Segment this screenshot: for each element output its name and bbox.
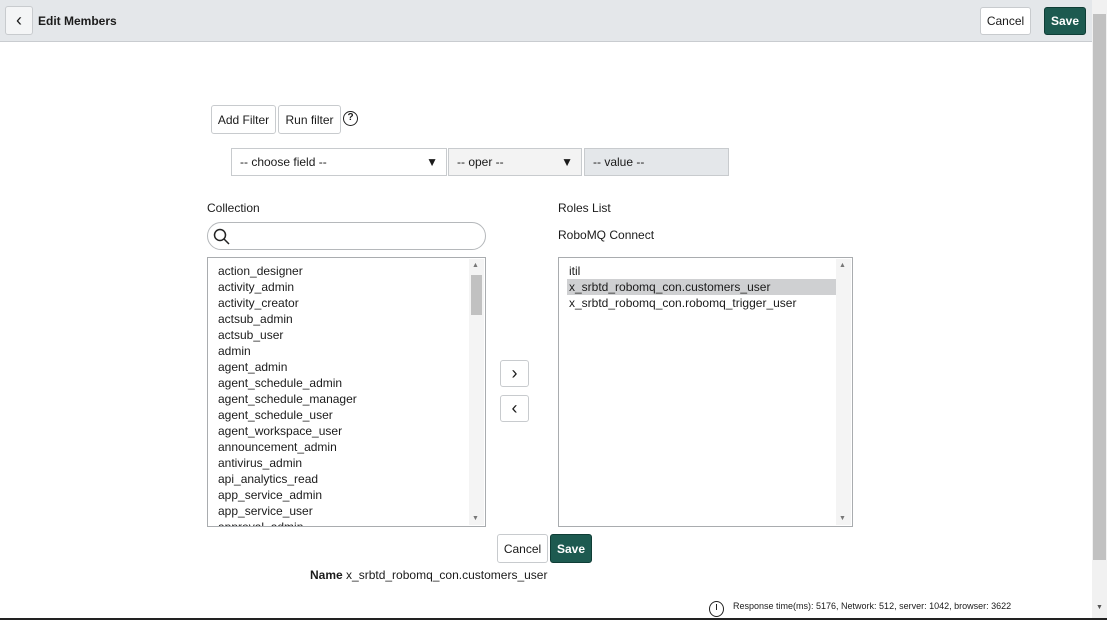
header-cancel-button[interactable]: Cancel [980, 7, 1031, 35]
add-to-roles-button[interactable]: › [500, 360, 529, 387]
collection-item[interactable]: approval_admin [208, 519, 485, 526]
search-icon [213, 228, 230, 245]
collection-item[interactable]: api_analytics_read [208, 471, 485, 487]
save-button[interactable]: Save [550, 534, 592, 563]
scroll-down-arrow-icon[interactable]: ▼ [839, 515, 846, 522]
roles-list-sublabel: RoboMQ Connect [558, 228, 655, 242]
cancel-button[interactable]: Cancel [497, 534, 548, 563]
run-filter-button[interactable]: Run filter [278, 105, 341, 134]
collection-item[interactable]: activity_creator [208, 295, 485, 311]
collection-item[interactable]: announcement_admin [208, 439, 485, 455]
choose-field-value: -- choose field -- [240, 155, 327, 169]
collection-item[interactable]: action_designer [208, 263, 485, 279]
value-input[interactable]: -- value -- [584, 148, 729, 176]
choose-field-select[interactable]: -- choose field -- ▼ [231, 148, 447, 176]
scroll-down-arrow-icon[interactable]: ▼ [472, 515, 479, 522]
add-filter-button[interactable]: Add Filter [211, 105, 276, 134]
name-label: Name [310, 568, 343, 582]
chevron-right-icon: › [511, 363, 518, 383]
page-scrollbar-thumb[interactable] [1093, 14, 1106, 560]
collection-item[interactable]: agent_workspace_user [208, 423, 485, 439]
collection-label: Collection [207, 201, 260, 215]
roles-list-label: Roles List [558, 201, 611, 215]
role-item[interactable]: itil [567, 263, 837, 279]
collection-item[interactable]: agent_schedule_manager [208, 391, 485, 407]
collection-item[interactable]: antivirus_admin [208, 455, 485, 471]
stopwatch-icon [709, 601, 724, 617]
collection-scrollbar[interactable]: ▲ ▼ [469, 259, 484, 525]
header-bar: ‹ Edit Members Cancel Save [0, 0, 1092, 42]
roles-list[interactable]: itil x_srbtd_robomq_con.customers_user x_s… [558, 257, 853, 527]
collection-item[interactable]: admin [208, 343, 485, 359]
scroll-up-arrow-icon[interactable]: ▲ [839, 262, 846, 269]
page-scrollbar[interactable]: ▼ [1092, 0, 1107, 618]
collection-item[interactable]: actsub_user [208, 327, 485, 343]
name-field: Name x_srbtd_robomq_con.customers_user [310, 568, 547, 582]
role-item[interactable]: x_srbtd_robomq_con.robomq_trigger_user [567, 295, 837, 311]
collection-item[interactable]: activity_admin [208, 279, 485, 295]
header-save-button[interactable]: Save [1044, 7, 1086, 35]
chevron-left-icon: ‹ [511, 398, 518, 418]
name-value: x_srbtd_robomq_con.customers_user [346, 568, 548, 582]
collection-list[interactable]: action_designer activity_admin activity_cr… [207, 257, 486, 527]
roles-scrollbar[interactable]: ▲ ▼ [836, 259, 851, 525]
value-placeholder: -- value -- [593, 155, 645, 169]
help-icon[interactable]: ? [343, 111, 358, 126]
chevron-left-icon: ‹ [16, 10, 22, 30]
operator-select[interactable]: -- oper -- ▼ [448, 148, 582, 176]
dropdown-arrow-icon: ▼ [561, 155, 573, 169]
collection-item[interactable]: app_service_admin [208, 487, 485, 503]
collection-scrollbar-thumb[interactable] [471, 275, 482, 315]
collection-item[interactable]: agent_admin [208, 359, 485, 375]
collection-item[interactable]: agent_schedule_user [208, 407, 485, 423]
response-time-text: Response time(ms): 5176, Network: 512, s… [733, 601, 1012, 611]
page-title: Edit Members [38, 14, 117, 28]
collection-item[interactable]: app_service_user [208, 503, 485, 519]
scroll-up-arrow-icon[interactable]: ▲ [472, 262, 479, 269]
dropdown-arrow-icon: ▼ [426, 155, 438, 169]
collection-item[interactable]: actsub_admin [208, 311, 485, 327]
operator-value: -- oper -- [457, 155, 504, 169]
back-button[interactable]: ‹ [5, 6, 33, 35]
scroll-down-arrow-icon[interactable]: ▼ [1096, 604, 1103, 611]
collection-item[interactable]: agent_schedule_admin [208, 375, 485, 391]
role-item[interactable]: x_srbtd_robomq_con.customers_user [567, 279, 837, 295]
remove-from-roles-button[interactable]: ‹ [500, 395, 529, 422]
collection-search-input[interactable] [207, 222, 486, 250]
